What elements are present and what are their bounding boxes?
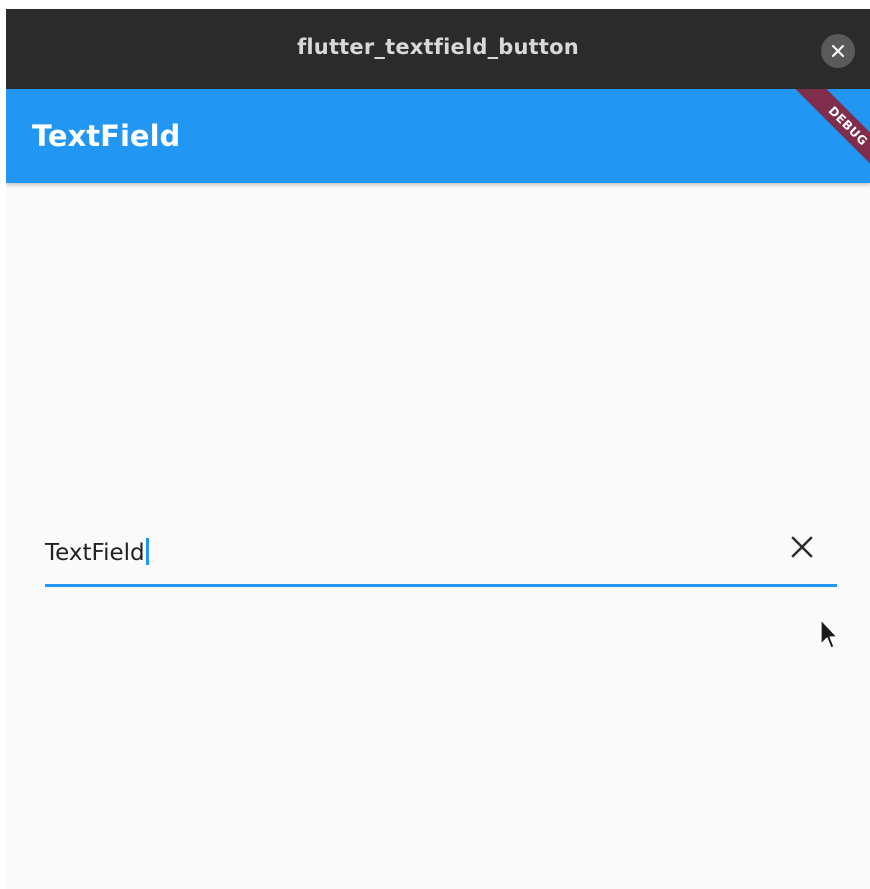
window-close-button[interactable] — [821, 34, 855, 68]
app-window: flutter_textfield_button TextField DEBUG… — [6, 9, 870, 889]
text-field-underline — [45, 584, 837, 587]
window-titlebar[interactable]: flutter_textfield_button — [6, 9, 870, 89]
text-field[interactable]: TextField — [45, 524, 837, 588]
clear-button[interactable] — [785, 530, 819, 564]
text-field-input[interactable]: TextField — [45, 538, 149, 566]
close-icon — [832, 45, 844, 57]
mouse-pointer-icon — [820, 619, 838, 649]
page-title: TextField — [32, 119, 181, 153]
text-caret — [145, 538, 149, 565]
close-icon — [791, 536, 813, 558]
window-title: flutter_textfield_button — [297, 35, 579, 59]
app-bar: TextField — [6, 89, 870, 183]
text-field-value: TextField — [45, 540, 145, 566]
